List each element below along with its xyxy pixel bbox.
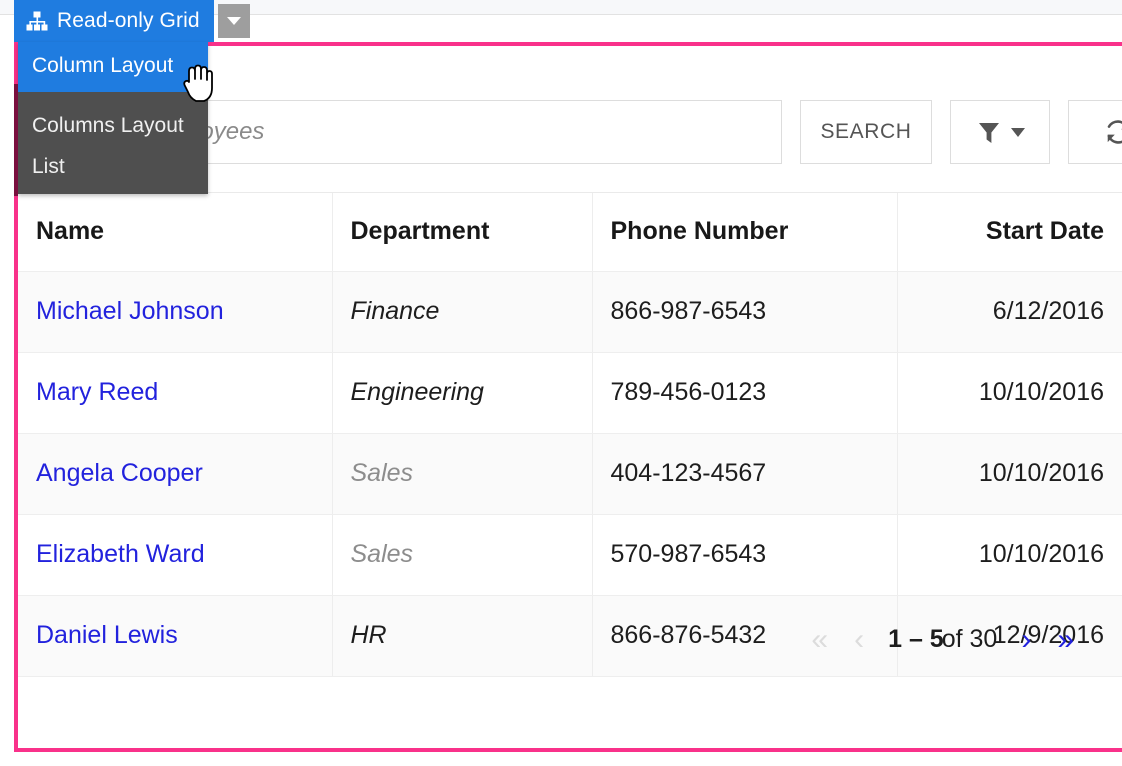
menu-item-columns-layout[interactable]: Columns Layout bbox=[18, 92, 208, 146]
last-page-button[interactable]: » bbox=[1055, 624, 1076, 655]
funnel-icon bbox=[975, 118, 1003, 146]
employee-name-link[interactable]: Angela Cooper bbox=[36, 459, 203, 487]
table-row[interactable]: Michael Johnson Finance 866-987-6543 6/12/2… bbox=[18, 271, 1122, 353]
next-page-button[interactable]: › bbox=[1019, 624, 1033, 655]
refresh-icon bbox=[1103, 117, 1122, 147]
cell-phone: 404-123-4567 bbox=[592, 433, 898, 515]
department-value: Sales bbox=[350, 540, 414, 568]
tab-read-only-grid[interactable]: Read-only Grid bbox=[14, 0, 214, 42]
first-page-button[interactable]: « bbox=[809, 624, 830, 655]
department-value: Finance bbox=[350, 297, 440, 325]
cell-phone: 866-987-6543 bbox=[592, 271, 898, 353]
department-value: Sales bbox=[350, 459, 414, 487]
cell-phone: 789-456-0123 bbox=[592, 352, 898, 434]
page-range-label: 1 – 5 bbox=[888, 625, 944, 653]
cell-start-date: 10/10/2016 bbox=[897, 514, 1122, 596]
refresh-button[interactable] bbox=[1068, 100, 1122, 164]
column-header-name[interactable]: Name bbox=[18, 193, 333, 272]
layout-dropdown-menu: Column Layout Columns Layout List bbox=[18, 42, 208, 194]
chevron-down-icon bbox=[226, 17, 241, 25]
department-value: Engineering bbox=[350, 378, 484, 406]
column-header-department[interactable]: Department bbox=[332, 193, 593, 272]
menu-item-list[interactable]: List bbox=[18, 146, 208, 188]
employee-name-link[interactable]: Mary Reed bbox=[36, 378, 158, 406]
paginator: « ‹ 1 – 5 of 30 › » bbox=[18, 598, 1122, 681]
employee-name-link[interactable]: Elizabeth Ward bbox=[36, 540, 205, 568]
table-header: Name Department Phone Number Start Date bbox=[18, 193, 1122, 272]
header-row: Name Department Phone Number Start Date bbox=[18, 193, 1122, 272]
page-total-label: of 30 bbox=[941, 625, 998, 653]
table-row[interactable]: Mary Reed Engineering 789-456-0123 10/10/20… bbox=[18, 352, 1122, 434]
column-header-phone[interactable]: Phone Number bbox=[592, 193, 898, 272]
cell-phone: 570-987-6543 bbox=[592, 514, 898, 596]
tab-bar: Read-only Grid bbox=[14, 0, 250, 42]
cell-name: Elizabeth Ward bbox=[18, 514, 333, 596]
employee-name-link[interactable]: Michael Johnson bbox=[36, 297, 224, 325]
cell-name: Mary Reed bbox=[18, 352, 333, 434]
cell-department: Finance bbox=[332, 271, 593, 353]
sitemap-icon bbox=[26, 11, 48, 31]
cell-department: Sales bbox=[332, 433, 593, 515]
cell-start-date: 10/10/2016 bbox=[897, 352, 1122, 434]
tab-label: Read-only Grid bbox=[57, 9, 200, 32]
cell-name: Angela Cooper bbox=[18, 433, 333, 515]
menu-accent-bar bbox=[14, 84, 18, 196]
search-button[interactable]: SEARCH bbox=[800, 100, 932, 164]
filter-button[interactable] bbox=[950, 100, 1050, 164]
caret-down-icon bbox=[1011, 127, 1025, 137]
column-header-start-date[interactable]: Start Date bbox=[897, 193, 1122, 272]
table-row[interactable]: Elizabeth Ward Sales 570-987-6543 10/10/201… bbox=[18, 514, 1122, 596]
cell-department: Engineering bbox=[332, 352, 593, 434]
table-row[interactable]: Angela Cooper Sales 404-123-4567 10/10/2016 bbox=[18, 433, 1122, 515]
cell-name: Michael Johnson bbox=[18, 271, 333, 353]
cell-department: Sales bbox=[332, 514, 593, 596]
cell-start-date: 6/12/2016 bbox=[897, 271, 1122, 353]
previous-page-button[interactable]: ‹ bbox=[852, 624, 866, 655]
tab-dropdown-toggle[interactable] bbox=[217, 4, 250, 38]
menu-item-column-layout[interactable]: Column Layout bbox=[18, 42, 208, 92]
cell-start-date: 10/10/2016 bbox=[897, 433, 1122, 515]
